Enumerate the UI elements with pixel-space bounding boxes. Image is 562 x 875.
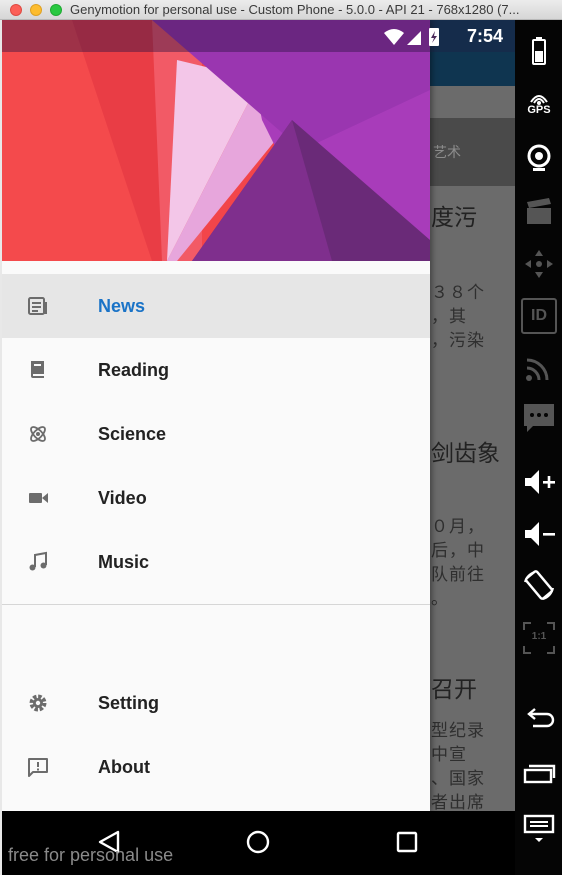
menu-item-about[interactable]: About — [2, 735, 430, 799]
status-time: 7:54 — [466, 26, 503, 46]
id-button[interactable]: ID — [521, 298, 557, 334]
background-article-text: 者出席 — [431, 793, 485, 811]
id-icon: ID — [531, 307, 547, 324]
background-article-text: 型纪录 — [431, 721, 485, 741]
genymotion-window: { "window": { "title": "Genymotion for p… — [0, 0, 562, 875]
rss-icon[interactable] — [521, 350, 557, 386]
videocam-icon — [26, 486, 50, 510]
material-header-art — [2, 20, 430, 261]
menu-item-reading[interactable]: Reading — [2, 338, 430, 402]
menu-item-label: Setting — [98, 693, 159, 713]
menu-item-science[interactable]: Science — [2, 402, 430, 466]
menu-item-news[interactable]: News — [2, 274, 430, 338]
volume-down-icon[interactable] — [521, 516, 557, 552]
menu-item-music[interactable]: Music — [2, 530, 430, 594]
drawer-header-image — [2, 20, 430, 261]
background-tab-bar: 艺术 — [430, 118, 515, 186]
maximize-window-button[interactable] — [50, 4, 62, 16]
close-window-button[interactable] — [10, 4, 22, 16]
feedback-icon — [26, 755, 50, 779]
menu-item-setting[interactable]: Setting — [2, 671, 430, 735]
signal-icon — [407, 31, 421, 45]
menu-item-video[interactable]: Video — [2, 466, 430, 530]
news-icon — [26, 294, 50, 318]
rotate-icon[interactable] — [521, 568, 557, 604]
battery-icon[interactable] — [521, 34, 557, 70]
status-icons — [384, 28, 439, 46]
navigation-drawer: News Reading Science Video Music Setting… — [2, 20, 430, 811]
scale-label: 1:1 — [531, 631, 547, 642]
music-note-icon — [26, 550, 50, 574]
background-article-text: 后，中 — [431, 541, 485, 561]
recents-icon[interactable] — [521, 756, 557, 792]
status-bar: 7:54 — [2, 20, 515, 52]
background-article-text: ３８个 — [431, 283, 485, 303]
wifi-icon — [384, 29, 404, 45]
menu-item-label: Music — [98, 552, 150, 572]
watermark: free for personal use — [8, 845, 174, 865]
back-icon[interactable] — [521, 702, 557, 738]
background-article-text: ０月， — [431, 517, 485, 537]
background-article-text: ，其 — [431, 307, 467, 327]
drawer-divider — [2, 604, 430, 605]
gear-icon — [26, 691, 50, 715]
gps-button[interactable]: GPS — [521, 88, 557, 124]
video-capture-icon[interactable] — [521, 194, 557, 230]
menu-item-label: Video — [98, 488, 147, 508]
background-article-text: 、国家 — [431, 769, 485, 789]
gps-label: GPS — [527, 104, 551, 116]
genymotion-side-panel: GPS ID 1:1 — [515, 20, 562, 875]
background-article-title: 剑齿象 — [431, 441, 500, 467]
window-title-bar: Genymotion for personal use - Custom Pho… — [0, 0, 562, 20]
book-icon — [26, 358, 50, 382]
camera-icon[interactable] — [521, 140, 557, 176]
menu-item-label: News — [98, 296, 146, 316]
volume-up-icon[interactable] — [521, 464, 557, 500]
dpad-icon[interactable] — [521, 246, 557, 282]
background-article-title: 召开 — [431, 677, 477, 703]
window-title: Genymotion for personal use - Custom Pho… — [70, 2, 520, 17]
menu-item-label: Reading — [98, 360, 170, 380]
sms-icon[interactable] — [521, 400, 557, 436]
recents-icon[interactable] — [395, 830, 419, 854]
atom-icon — [26, 422, 50, 446]
scale-button[interactable]: 1:1 — [521, 620, 557, 656]
menu-item-label: Science — [98, 424, 167, 444]
background-article-text: 队前往 — [431, 565, 485, 585]
background-tab-label: 艺术 — [433, 145, 461, 161]
menu-item-label: About — [98, 757, 150, 777]
background-article-text: 中宣 — [431, 745, 467, 765]
minimize-window-button[interactable] — [30, 4, 42, 16]
phone-screen: 艺术 度污 ３８个 ，其 ，污染 剑齿象 ０月， 后，中 队前往 。 召开 型纪… — [2, 20, 515, 811]
background-article-title: 度污 — [431, 205, 477, 231]
background-article-text: 。 — [431, 589, 449, 609]
home-icon[interactable] — [245, 829, 271, 855]
menu-icon[interactable] — [521, 810, 557, 846]
background-app-dimmed[interactable]: 艺术 度污 ３８个 ，其 ，污染 剑齿象 ０月， 后，中 队前往 。 召开 型纪… — [430, 20, 515, 811]
background-article-text: ，污染 — [431, 331, 485, 351]
